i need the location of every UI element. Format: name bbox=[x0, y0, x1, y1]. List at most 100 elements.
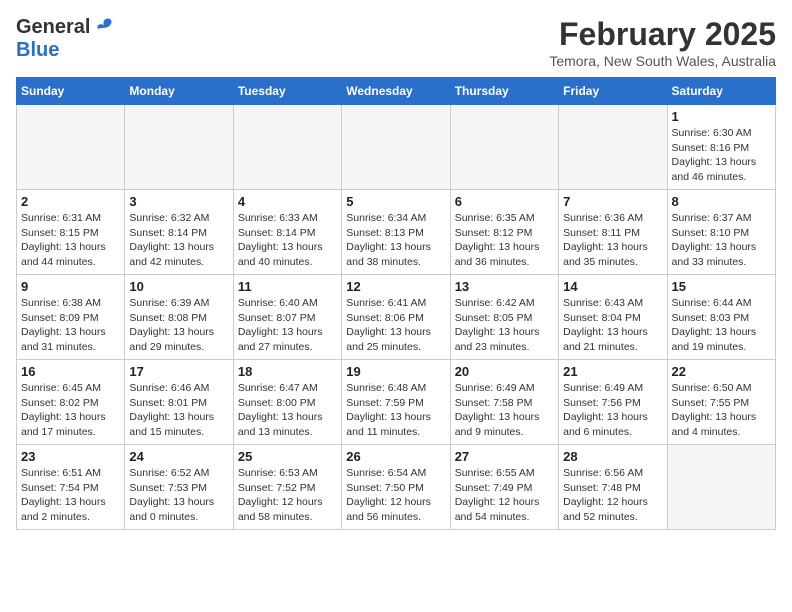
day-detail: Sunrise: 6:38 AM Sunset: 8:09 PM Dayligh… bbox=[21, 296, 120, 355]
calendar-cell: 23 Sunrise: 6:51 AM Sunset: 7:54 PM Dayli… bbox=[17, 445, 125, 530]
calendar-cell: 5 Sunrise: 6:34 AM Sunset: 8:13 PM Daylig… bbox=[342, 190, 450, 275]
calendar-cell: 14 Sunrise: 6:43 AM Sunset: 8:04 PM Dayli… bbox=[559, 275, 667, 360]
calendar-cell bbox=[342, 105, 450, 190]
day-number: 17 bbox=[129, 364, 228, 379]
calendar-cell bbox=[17, 105, 125, 190]
day-number: 12 bbox=[346, 279, 445, 294]
day-detail: Sunrise: 6:32 AM Sunset: 8:14 PM Dayligh… bbox=[129, 211, 228, 270]
weekday-header-monday: Monday bbox=[125, 78, 233, 105]
day-detail: Sunrise: 6:50 AM Sunset: 7:55 PM Dayligh… bbox=[672, 381, 771, 440]
calendar-week-row: 2 Sunrise: 6:31 AM Sunset: 8:15 PM Daylig… bbox=[17, 190, 776, 275]
calendar-cell: 11 Sunrise: 6:40 AM Sunset: 8:07 PM Dayli… bbox=[233, 275, 341, 360]
day-detail: Sunrise: 6:51 AM Sunset: 7:54 PM Dayligh… bbox=[21, 466, 120, 525]
calendar-cell: 22 Sunrise: 6:50 AM Sunset: 7:55 PM Dayli… bbox=[667, 360, 775, 445]
day-number: 7 bbox=[563, 194, 662, 209]
day-detail: Sunrise: 6:34 AM Sunset: 8:13 PM Dayligh… bbox=[346, 211, 445, 270]
day-detail: Sunrise: 6:44 AM Sunset: 8:03 PM Dayligh… bbox=[672, 296, 771, 355]
day-detail: Sunrise: 6:37 AM Sunset: 8:10 PM Dayligh… bbox=[672, 211, 771, 270]
calendar-cell: 19Sunrise: 6:48 AM Sunset: 7:59 PM Dayli… bbox=[342, 360, 450, 445]
day-number: 21 bbox=[563, 364, 662, 379]
weekday-header-tuesday: Tuesday bbox=[233, 78, 341, 105]
day-number: 22 bbox=[672, 364, 771, 379]
calendar-cell: 21 Sunrise: 6:49 AM Sunset: 7:56 PM Dayli… bbox=[559, 360, 667, 445]
calendar-cell bbox=[667, 445, 775, 530]
day-number: 3 bbox=[129, 194, 228, 209]
calendar-cell: 25 Sunrise: 6:53 AM Sunset: 7:52 PM Dayli… bbox=[233, 445, 341, 530]
calendar-cell: 6 Sunrise: 6:35 AM Sunset: 8:12 PM Daylig… bbox=[450, 190, 558, 275]
day-number: 6 bbox=[455, 194, 554, 209]
calendar-cell: 3 Sunrise: 6:32 AM Sunset: 8:14 PM Daylig… bbox=[125, 190, 233, 275]
calendar-cell: 28 Sunrise: 6:56 AM Sunset: 7:48 PM Dayli… bbox=[559, 445, 667, 530]
location-title: Temora, New South Wales, Australia bbox=[549, 53, 776, 69]
calendar-cell bbox=[125, 105, 233, 190]
calendar-cell: 2 Sunrise: 6:31 AM Sunset: 8:15 PM Daylig… bbox=[17, 190, 125, 275]
day-detail: Sunrise: 6:30 AM Sunset: 8:16 PM Dayligh… bbox=[672, 126, 771, 185]
day-number: 14 bbox=[563, 279, 662, 294]
day-number: 26 bbox=[346, 449, 445, 464]
title-section: February 2025 Temora, New South Wales, A… bbox=[549, 16, 776, 69]
day-number: 18 bbox=[238, 364, 337, 379]
calendar-cell: 13 Sunrise: 6:42 AM Sunset: 8:05 PM Dayli… bbox=[450, 275, 558, 360]
logo: General Blue bbox=[16, 16, 114, 62]
calendar-cell: 18 Sunrise: 6:47 AM Sunset: 8:00 PM Dayli… bbox=[233, 360, 341, 445]
calendar-cell: 8Sunrise: 6:37 AM Sunset: 8:10 PM Daylig… bbox=[667, 190, 775, 275]
day-detail: Sunrise: 6:56 AM Sunset: 7:48 PM Dayligh… bbox=[563, 466, 662, 525]
day-detail: Sunrise: 6:33 AM Sunset: 8:14 PM Dayligh… bbox=[238, 211, 337, 270]
day-number: 2 bbox=[21, 194, 120, 209]
weekday-header-sunday: Sunday bbox=[17, 78, 125, 105]
day-detail: Sunrise: 6:53 AM Sunset: 7:52 PM Dayligh… bbox=[238, 466, 337, 525]
calendar-week-row: 9 Sunrise: 6:38 AM Sunset: 8:09 PM Daylig… bbox=[17, 275, 776, 360]
day-detail: Sunrise: 6:45 AM Sunset: 8:02 PM Dayligh… bbox=[21, 381, 120, 440]
day-number: 4 bbox=[238, 194, 337, 209]
day-detail: Sunrise: 6:36 AM Sunset: 8:11 PM Dayligh… bbox=[563, 211, 662, 270]
day-detail: Sunrise: 6:47 AM Sunset: 8:00 PM Dayligh… bbox=[238, 381, 337, 440]
calendar-cell: 9 Sunrise: 6:38 AM Sunset: 8:09 PM Daylig… bbox=[17, 275, 125, 360]
day-number: 27 bbox=[455, 449, 554, 464]
calendar-week-row: 1 Sunrise: 6:30 AM Sunset: 8:16 PM Daylig… bbox=[17, 105, 776, 190]
day-number: 23 bbox=[21, 449, 120, 464]
calendar-cell: 26 Sunrise: 6:54 AM Sunset: 7:50 PM Dayli… bbox=[342, 445, 450, 530]
weekday-header-thursday: Thursday bbox=[450, 78, 558, 105]
day-number: 25 bbox=[238, 449, 337, 464]
calendar-cell: 10Sunrise: 6:39 AM Sunset: 8:08 PM Dayli… bbox=[125, 275, 233, 360]
day-detail: Sunrise: 6:41 AM Sunset: 8:06 PM Dayligh… bbox=[346, 296, 445, 355]
logo-bird-icon bbox=[92, 15, 114, 37]
weekday-header-friday: Friday bbox=[559, 78, 667, 105]
day-number: 10 bbox=[129, 279, 228, 294]
calendar-cell: 24 Sunrise: 6:52 AM Sunset: 7:53 PM Dayli… bbox=[125, 445, 233, 530]
day-number: 15 bbox=[672, 279, 771, 294]
day-number: 28 bbox=[563, 449, 662, 464]
day-number: 9 bbox=[21, 279, 120, 294]
day-detail: Sunrise: 6:49 AM Sunset: 7:56 PM Dayligh… bbox=[563, 381, 662, 440]
calendar-cell: 27Sunrise: 6:55 AM Sunset: 7:49 PM Dayli… bbox=[450, 445, 558, 530]
calendar-cell: 12 Sunrise: 6:41 AM Sunset: 8:06 PM Dayli… bbox=[342, 275, 450, 360]
calendar-cell: 4 Sunrise: 6:33 AM Sunset: 8:14 PM Daylig… bbox=[233, 190, 341, 275]
day-detail: Sunrise: 6:48 AM Sunset: 7:59 PM Dayligh… bbox=[346, 381, 445, 440]
day-number: 11 bbox=[238, 279, 337, 294]
day-detail: Sunrise: 6:40 AM Sunset: 8:07 PM Dayligh… bbox=[238, 296, 337, 355]
day-detail: Sunrise: 6:54 AM Sunset: 7:50 PM Dayligh… bbox=[346, 466, 445, 525]
calendar-cell bbox=[559, 105, 667, 190]
month-title: February 2025 bbox=[549, 16, 776, 53]
weekday-header-wednesday: Wednesday bbox=[342, 78, 450, 105]
day-detail: Sunrise: 6:52 AM Sunset: 7:53 PM Dayligh… bbox=[129, 466, 228, 525]
day-detail: Sunrise: 6:42 AM Sunset: 8:05 PM Dayligh… bbox=[455, 296, 554, 355]
day-number: 20 bbox=[455, 364, 554, 379]
logo-blue: Blue bbox=[16, 39, 114, 62]
calendar-cell: 17 Sunrise: 6:46 AM Sunset: 8:01 PM Dayli… bbox=[125, 360, 233, 445]
day-number: 13 bbox=[455, 279, 554, 294]
calendar-cell: 20Sunrise: 6:49 AM Sunset: 7:58 PM Dayli… bbox=[450, 360, 558, 445]
day-detail: Sunrise: 6:43 AM Sunset: 8:04 PM Dayligh… bbox=[563, 296, 662, 355]
calendar-cell bbox=[450, 105, 558, 190]
weekday-header-row: SundayMondayTuesdayWednesdayThursdayFrid… bbox=[17, 78, 776, 105]
day-number: 5 bbox=[346, 194, 445, 209]
day-number: 16 bbox=[21, 364, 120, 379]
day-detail: Sunrise: 6:46 AM Sunset: 8:01 PM Dayligh… bbox=[129, 381, 228, 440]
day-number: 1 bbox=[672, 109, 771, 124]
calendar-cell: 15 Sunrise: 6:44 AM Sunset: 8:03 PM Dayli… bbox=[667, 275, 775, 360]
day-detail: Sunrise: 6:31 AM Sunset: 8:15 PM Dayligh… bbox=[21, 211, 120, 270]
day-number: 24 bbox=[129, 449, 228, 464]
calendar-cell: 7 Sunrise: 6:36 AM Sunset: 8:11 PM Daylig… bbox=[559, 190, 667, 275]
calendar-week-row: 16 Sunrise: 6:45 AM Sunset: 8:02 PM Dayli… bbox=[17, 360, 776, 445]
day-detail: Sunrise: 6:35 AM Sunset: 8:12 PM Dayligh… bbox=[455, 211, 554, 270]
